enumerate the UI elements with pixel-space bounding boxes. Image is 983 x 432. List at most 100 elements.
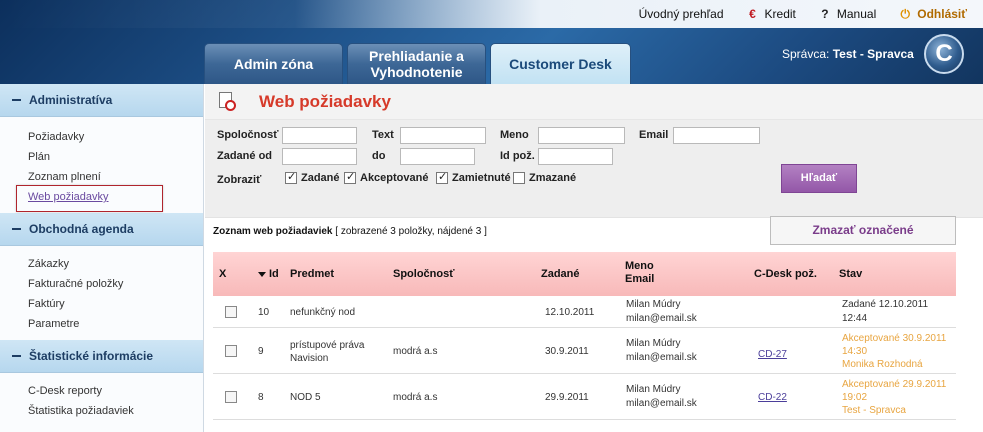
cell-id: 10 [258, 307, 270, 318]
page-title: Web požiadavky [259, 91, 391, 111]
sidebar-item-request-statistics[interactable]: Štatistika požiadaviek [28, 401, 203, 421]
row-select-checkbox[interactable] [225, 306, 237, 318]
cell-company: modrá a.s [393, 392, 438, 403]
row-select-checkbox[interactable] [225, 391, 237, 403]
filter-rejected-checkbox[interactable]: Zamietnuté [436, 170, 511, 184]
sidebar-section-items: C-Desk reporty Štatistika požiadaviek [0, 373, 203, 427]
cell-status-line2: 14:30 [842, 346, 868, 357]
filter-accepted-checkbox[interactable]: Akceptované [344, 170, 428, 184]
overview-link[interactable]: Úvodný prehľad [639, 7, 724, 21]
cdesk-request-link[interactable]: CD-27 [758, 349, 787, 360]
list-toolbar: Zoznam web požiadaviek [ zobrazené 3 pol… [205, 214, 983, 252]
sidebar-item-requests[interactable]: Požiadavky [28, 127, 203, 147]
company-label: Spoločnosť [217, 129, 279, 141]
sidebar-section-statistics[interactable]: Štatistické informácie [0, 340, 203, 373]
header-x: X [219, 268, 227, 280]
sort-desc-icon [258, 271, 266, 277]
cell-email: milan@email.sk [626, 352, 697, 363]
cell-subject: NOD 5 [290, 392, 321, 403]
cell-name: Milan Múdry [626, 299, 681, 310]
cell-id: 8 [258, 392, 264, 403]
manual-link[interactable]: ? Manual [818, 7, 876, 21]
table-row: 9 prístupové práva Navision modrá a.s 30… [213, 328, 956, 374]
name-input[interactable] [538, 127, 625, 144]
collapse-icon [12, 99, 21, 101]
header-subject[interactable]: Predmet [290, 268, 334, 280]
top-links: Úvodný prehľad € Kredit ? Manual ⏻ Odhlásiť [639, 7, 967, 21]
sidebar: Administratíva Požiadavky Plán Zoznam pl… [0, 84, 204, 432]
text-input[interactable] [400, 127, 486, 144]
header-name[interactable]: Meno [625, 260, 654, 272]
search-button[interactable]: Hľadať [781, 164, 857, 193]
sidebar-item-orders[interactable]: Zákazky [28, 254, 203, 274]
cell-name: Milan Múdry [626, 338, 681, 349]
email-input[interactable] [673, 127, 760, 144]
cdesk-request-link[interactable]: CD-22 [758, 392, 787, 403]
sidebar-item-parameters[interactable]: Parametre [28, 314, 203, 334]
email-label: Email [639, 129, 669, 141]
cell-name: Milan Múdry [626, 384, 681, 395]
power-icon: ⏻ [900, 7, 910, 21]
header-email[interactable]: Email [625, 273, 654, 285]
cell-email: milan@email.sk [626, 313, 697, 324]
cell-status-line1: Zadané 12.10.2011 [842, 299, 929, 310]
header-cdesk[interactable]: C-Desk pož. [754, 268, 817, 280]
app-header: Úvodný prehľad € Kredit ? Manual ⏻ Odhlásiť… [0, 0, 983, 84]
filter-entered-checkbox[interactable]: Zadané [285, 170, 340, 184]
top-bar: Úvodný prehľad € Kredit ? Manual ⏻ Odhlásiť [0, 0, 983, 28]
to-label: do [372, 150, 386, 162]
main-tabs: Admin zóna Prehliadanie a Vyhodnotenie C… [204, 43, 631, 84]
sidebar-item-cdesk-reports[interactable]: C-Desk reporty [28, 381, 203, 401]
text-label: Text [372, 129, 394, 141]
tab-browsing-evaluation[interactable]: Prehliadanie a Vyhodnotenie [347, 43, 486, 84]
help-icon: ? [821, 7, 829, 21]
tab-customer-desk[interactable]: Customer Desk [490, 43, 631, 84]
cell-status-line3: Monika Rozhodná [842, 359, 923, 370]
request-id-label: Id pož. [500, 150, 535, 162]
table-row: 10 nefunkčný nod 12.10.2011 Milan Múdry … [213, 296, 956, 328]
admin-name: Test - Spravca [832, 47, 914, 61]
cell-status-line1: Akceptované 29.9.2011 [842, 379, 947, 390]
sidebar-section-business[interactable]: Obchodná agenda [0, 213, 203, 246]
list-summary: Zoznam web požiadaviek [ zobrazené 3 pol… [213, 226, 487, 237]
delete-selected-button[interactable]: Zmazať označené [770, 216, 956, 245]
sidebar-section-administration[interactable]: Administratíva [0, 84, 203, 117]
tab-admin-zone[interactable]: Admin zóna [204, 43, 343, 84]
entered-from-input[interactable] [282, 148, 357, 165]
row-select-checkbox[interactable] [225, 345, 237, 357]
company-input[interactable] [282, 127, 357, 144]
cell-entered: 29.9.2011 [545, 392, 589, 403]
entered-to-input[interactable] [400, 148, 475, 165]
entered-from-label: Zadané od [217, 150, 273, 162]
sidebar-item-plan[interactable]: Plán [28, 147, 203, 167]
cell-entered: 12.10.2011 [545, 307, 595, 318]
header-id[interactable]: Id [258, 268, 279, 280]
filter-panel: Spoločnosť Text Meno Email Zadané od do … [205, 120, 983, 218]
logout-link[interactable]: ⏻ Odhlásiť [898, 7, 967, 21]
cell-status-line1: Akceptované 30.9.2011 [842, 333, 947, 344]
cell-subject: nefunkčný nod [290, 307, 356, 318]
collapse-icon [12, 228, 21, 230]
sidebar-item-web-requests[interactable]: Web požiadavky [16, 185, 203, 212]
show-label: Zobraziť [217, 174, 262, 186]
sidebar-section-items: Požiadavky Plán Zoznam plnení Web požiad… [0, 117, 203, 213]
header-entered[interactable]: Zadané [541, 268, 580, 280]
sidebar-item-invoice-items[interactable]: Fakturačné položky [28, 274, 203, 294]
app-logo: C [924, 34, 964, 74]
request-id-input[interactable] [538, 148, 613, 165]
sidebar-item-fulfillment-list[interactable]: Zoznam plnení [28, 167, 203, 187]
sidebar-item-invoices[interactable]: Faktúry [28, 294, 203, 314]
cell-entered: 30.9.2011 [545, 346, 589, 357]
table-row: 8 NOD 5 modrá a.s 29.9.2011 Milan Múdry … [213, 374, 956, 420]
sidebar-section-items: Zákazky Fakturačné položky Faktúry Param… [0, 246, 203, 340]
table-header: X Id Predmet Spoločnosť Zadané Meno Emai… [213, 252, 956, 296]
cell-company: modrá a.s [393, 346, 438, 357]
cell-status-line2: 19:02 [842, 392, 868, 403]
header-company[interactable]: Spoločnosť [393, 268, 455, 280]
credit-link[interactable]: € Kredit [746, 7, 796, 21]
title-bar: Web požiadavky [205, 84, 983, 120]
name-label: Meno [500, 129, 529, 141]
filter-deleted-checkbox[interactable]: Zmazané [513, 172, 576, 184]
header-status[interactable]: Stav [839, 268, 862, 280]
cell-status-line2: 12:44 [842, 313, 868, 324]
